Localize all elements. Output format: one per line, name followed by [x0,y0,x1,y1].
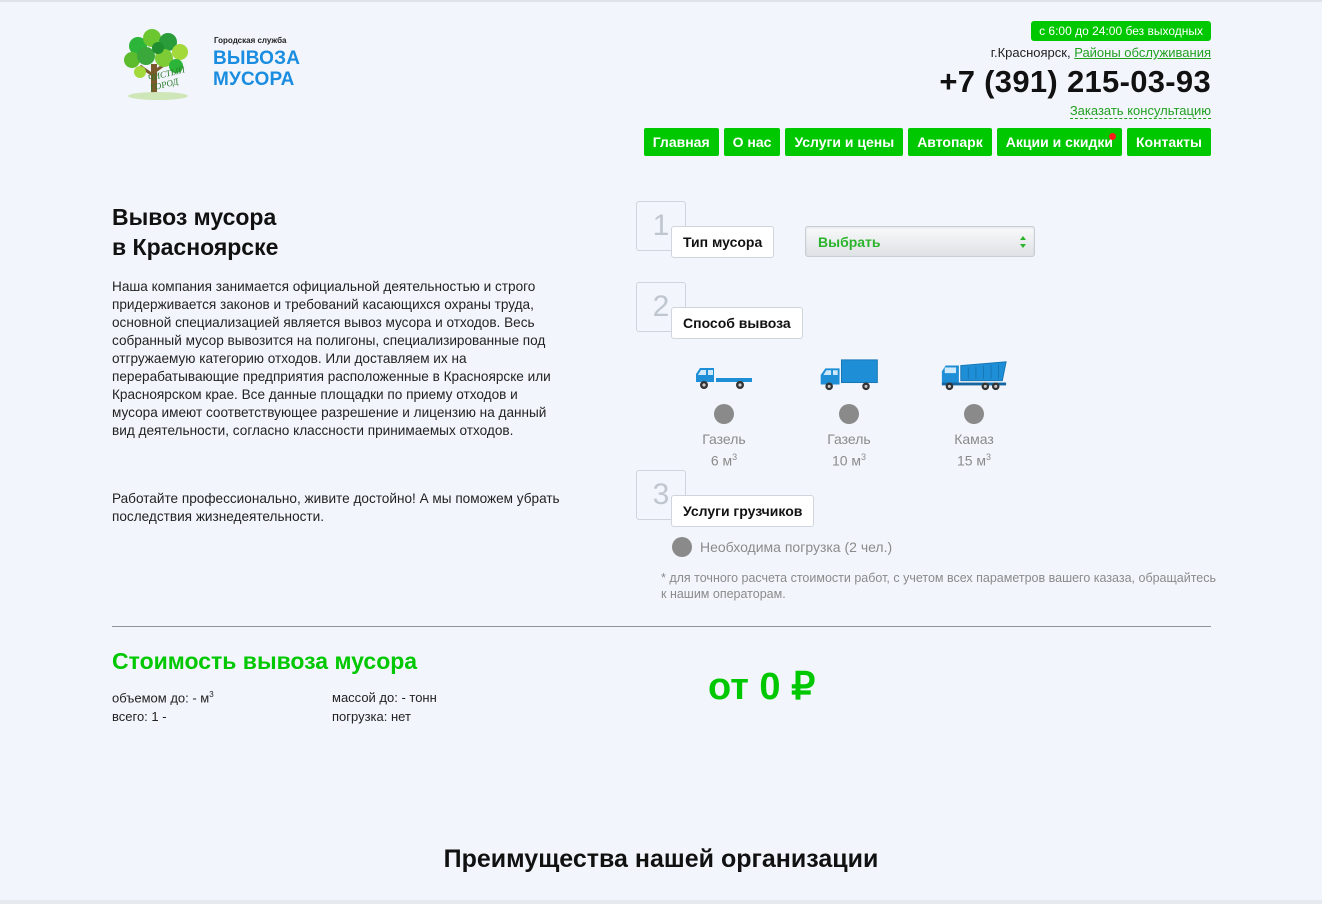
truck-option-gazelle-6[interactable]: Газель 6 м3 [679,360,769,470]
advantages-title: Преимущества нашей организации [443,845,879,873]
top-border [0,0,1322,2]
truck-volume-2-sup: 3 [861,452,867,462]
select-arrows-icon [1020,236,1026,248]
truck-name-2: Газель [827,431,871,447]
logo-small-text: Городская служба [214,36,287,45]
page-title-line2: в Красноярске [112,234,279,260]
truck-volume-3: 15 м3 [929,448,1019,470]
phone-number[interactable]: +7 (391) 215-03-93 [939,64,1211,100]
calculation-note: * для точного расчета стоимости работ, с… [661,571,1217,601]
truck-volume-1: 6 м3 [679,448,769,470]
bottom-border [0,900,1322,904]
consult-link[interactable]: Заказать консультацию [1069,103,1211,119]
nav-item-about[interactable]: О нас [723,128,781,156]
step-3-label: Услуги грузчиков [671,495,815,527]
nav-item-fleet[interactable]: Автопарк [908,128,992,156]
truck-option-kamaz-15[interactable]: Камаз 15 м3 [929,358,1019,470]
cost-mass: массой до: - тонн [332,690,437,705]
truck-volume-3-sup: 3 [986,452,992,462]
logo-title-line2: МУСОРА [213,69,295,90]
site-logo[interactable]: ЧИСТЫЙ ГОРОД Городская служба ВЫВОЗА МУС… [118,26,318,104]
city-name: г.Красноярск, [990,45,1071,60]
cost-volume: объемом до: - м3 [112,690,214,705]
nav-item-services[interactable]: Услуги и цены [785,128,904,156]
truck-radio-3[interactable] [964,404,984,424]
intro-paragraph: Наша компания занимается официальной дея… [112,279,551,438]
truck-name-3: Камаз [954,431,994,447]
step-1-label: Тип мусора [671,226,775,258]
logo-title: ВЫВОЗА МУСОРА [213,48,300,90]
truck-option-gazelle-10[interactable]: Газель 10 м3 [804,358,894,470]
truck-name-1: Газель [702,431,746,447]
page-title-line1: Вывоз мусора [112,204,277,230]
truck-volume-2: 10 м3 [804,448,894,470]
loaders-radio[interactable] [672,537,692,557]
working-hours-badge: с 6:00 до 24:00 без выходных [1031,21,1211,41]
notification-dot-icon [1108,133,1116,140]
cost-volume-value: объемом до: - м [112,690,210,706]
nav-item-promotions-label: Акции и скидки [1005,134,1113,150]
truck-volume-1-value: 6 м [710,452,733,469]
truck-volume-3-value: 15 м [956,452,987,469]
nav-item-promotions[interactable]: Акции и скидки [996,128,1122,156]
section-divider [112,626,1211,627]
cost-loading: погрузка: нет [332,709,411,724]
city-line: г.Красноярск, Районы обслуживания [991,45,1211,60]
intro-paragraph-2: Работайте профессионально, живите достой… [112,491,560,524]
nav-item-home[interactable]: Главная [643,128,719,156]
waste-type-select-value: Выбрать [818,234,881,250]
truck-radio-1[interactable] [714,404,734,424]
flatbed-truck-icon [696,368,752,389]
districts-link[interactable]: Районы обслуживания [1074,45,1211,60]
dump-truck-icon [941,361,1007,391]
cost-title: Стоимость вывоза мусора [112,648,418,674]
cost-total: всего: 1 - [112,709,167,724]
truck-volume-1-sup: 3 [732,452,738,462]
loaders-option-label: Необходима погрузка (2 чел.) [700,539,893,555]
truck-radio-2[interactable] [839,404,859,424]
step-2-label: Способ вывоза [671,307,803,339]
nav-item-contacts[interactable]: Контакты [1126,128,1211,156]
truck-volume-2-value: 10 м [831,452,862,469]
price-value: от 0 ₽ [708,666,816,708]
waste-type-select[interactable]: Выбрать [805,226,1035,257]
logo-title-line1: ВЫВОЗА [213,48,301,69]
box-truck-icon [820,359,878,391]
page-title: Вывоз мусора в Красноярске [112,202,278,262]
cost-volume-sup: 3 [209,690,214,699]
main-nav: Главная О нас Услуги и цены Автопарк Акц… [643,128,1211,156]
loaders-option[interactable]: Необходима погрузка (2 чел.) [672,537,892,557]
